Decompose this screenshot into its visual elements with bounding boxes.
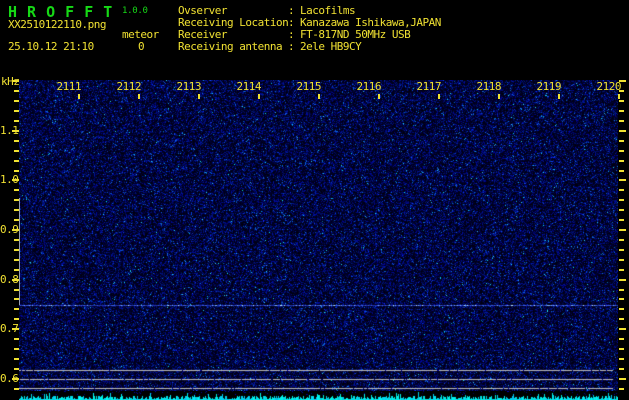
hrofft-output-window: H R O F F T 1.0.0 XX2510122110.png meteo… (0, 0, 629, 400)
time-tick (198, 94, 200, 99)
freq-tick (14, 338, 19, 341)
freq-tick (619, 248, 624, 251)
freq-tick (14, 110, 19, 112)
time-tick-label: 2116 (356, 80, 382, 93)
freq-tick (619, 298, 624, 301)
freq-tick (619, 209, 624, 212)
time-tick (498, 94, 500, 99)
freq-tick (619, 159, 624, 162)
time-tick-label: 2115 (296, 80, 322, 93)
freq-tick (619, 238, 624, 241)
spectrogram-canvas (19, 80, 618, 391)
time-tick-label: 2120 (596, 80, 622, 93)
event-marker-line (19, 198, 20, 305)
freq-tick (14, 288, 19, 291)
time-tick-label: 2113 (176, 80, 202, 93)
time-tick-label: 2112 (116, 80, 142, 93)
freq-tick (619, 288, 624, 291)
freq-tick (619, 338, 624, 341)
freq-tick (14, 358, 19, 360)
freq-tick (14, 387, 19, 390)
time-tick (378, 94, 380, 99)
signal-level-strip-canvas (19, 391, 618, 400)
time-tick-label: 2117 (416, 80, 442, 93)
time-tick (138, 94, 140, 99)
freq-tick (619, 318, 624, 321)
freq-tick (14, 238, 19, 241)
freq-tick (619, 110, 624, 112)
freq-tick (12, 80, 19, 83)
time-tick (618, 94, 620, 99)
time-tick-label: 2119 (536, 80, 562, 93)
freq-tick (14, 367, 19, 370)
freq-tick (14, 139, 19, 142)
freq-tick (14, 219, 19, 222)
time-tick (318, 94, 320, 99)
freq-tick (619, 139, 624, 142)
freq-tick-label: 0.7 (0, 322, 19, 336)
time-tick (258, 94, 260, 99)
time-tick-label: 2118 (476, 80, 502, 93)
freq-tick (619, 377, 626, 380)
freq-tick (619, 308, 624, 311)
freq-tick (619, 268, 624, 271)
freq-tick (619, 80, 626, 83)
freq-tick (619, 100, 624, 102)
freq-tick-label: 0.9 (0, 223, 19, 236)
freq-tick (619, 278, 626, 281)
time-tick (438, 94, 440, 99)
freq-tick (14, 159, 19, 162)
freq-tick (619, 348, 624, 350)
freq-tick (14, 318, 19, 321)
freq-tick (14, 298, 19, 301)
freq-tick (14, 248, 19, 251)
freq-tick (619, 199, 624, 202)
freq-tick (619, 358, 624, 360)
freq-tick (619, 129, 626, 132)
freq-tick (619, 258, 624, 261)
freq-tick (14, 189, 19, 192)
freq-tick (14, 90, 19, 93)
freq-tick (14, 100, 19, 102)
time-tick-label: 2111 (56, 80, 82, 93)
freq-tick (14, 199, 19, 202)
freq-tick (619, 328, 626, 331)
freq-tick (619, 387, 624, 390)
freq-tick (14, 149, 19, 152)
freq-tick (14, 258, 19, 261)
freq-tick (619, 219, 624, 222)
freq-tick (619, 119, 624, 122)
freq-tick (619, 169, 624, 172)
spectrogram-plot: kHz 2111 2112 2113 2114 2115 2116 2117 2118 2119… (0, 0, 629, 400)
freq-tick (14, 308, 19, 311)
freq-tick (619, 189, 624, 192)
freq-tick (619, 90, 624, 93)
freq-tick (619, 179, 626, 182)
freq-tick-label: 1.0 (0, 173, 19, 187)
freq-tick (14, 119, 19, 122)
freq-tick (14, 209, 19, 212)
freq-tick-label: 1.1 (0, 123, 19, 137)
freq-tick (619, 149, 624, 152)
freq-tick (14, 348, 19, 350)
freq-tick (619, 229, 626, 231)
time-tick (78, 94, 80, 99)
freq-tick (619, 367, 624, 370)
freq-tick-label: 0.8 (0, 272, 19, 286)
freq-tick (14, 268, 19, 271)
time-tick-label: 2114 (236, 80, 262, 93)
time-tick (558, 94, 560, 99)
freq-tick (14, 169, 19, 172)
freq-tick-label: 0.6 (0, 371, 19, 385)
